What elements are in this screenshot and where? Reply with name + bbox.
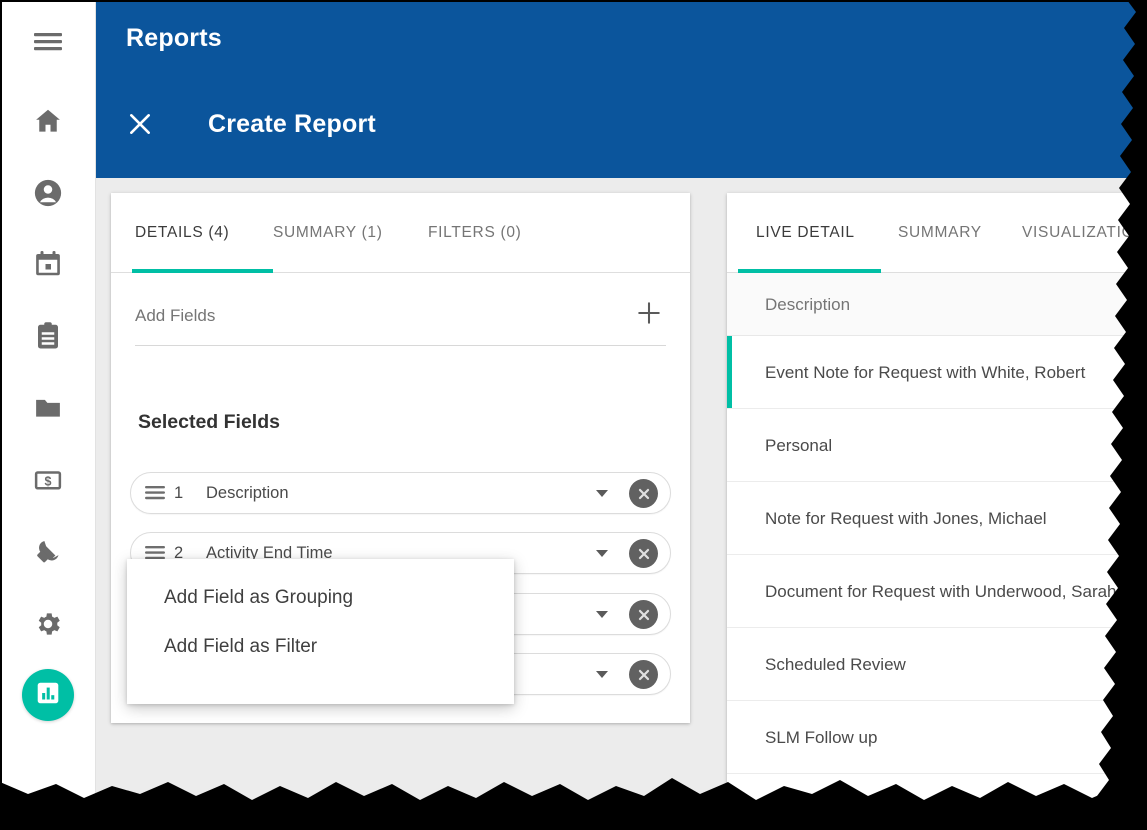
tab-visualizations-label: VISUALIZATIONS — [1022, 224, 1147, 241]
selected-fields-heading: Selected Fields — [138, 411, 280, 433]
cell-description: SLM Follow up — [765, 728, 878, 747]
tab-details-label: DETAILS (4) — [135, 224, 230, 241]
sidebar-item-clipboard[interactable] — [0, 308, 96, 364]
account-circle-icon — [33, 178, 63, 208]
table-row[interactable]: SLM Follow up — [727, 701, 1147, 774]
sidebar-item-billing[interactable]: $ — [0, 452, 96, 508]
add-fields-label: Add Fields — [135, 306, 216, 325]
hamburger-menu-icon — [33, 31, 63, 53]
field-order-number: 1 — [174, 484, 184, 502]
close-x-icon — [127, 111, 153, 142]
tab-preview-summary-label: SUMMARY — [898, 224, 982, 241]
plus-icon — [636, 300, 662, 331]
cell-description: Document for Request with Underwood, Sar… — [765, 582, 1117, 601]
builder-tab-strip: DETAILS (4) SUMMARY (1) FILTERS (0) — [111, 193, 690, 273]
money-icon: $ — [33, 465, 63, 495]
field-context-menu: Add Field as Grouping Add Field as Filte… — [127, 559, 514, 704]
active-tab-indicator — [132, 269, 273, 273]
tab-live-detail-label: LIVE DETAIL — [756, 224, 855, 241]
preview-tab-strip: LIVE DETAIL SUMMARY VISUALIZATIONS — [727, 193, 1147, 273]
chevron-down-icon[interactable] — [596, 671, 608, 678]
row-selected-indicator — [727, 336, 732, 408]
chevron-down-icon[interactable] — [596, 611, 608, 618]
preview-table-header: Description — [727, 273, 1147, 336]
sidebar-item-reports[interactable] — [22, 669, 74, 721]
drag-handle-icon[interactable] — [145, 485, 165, 503]
sidebar-item-home[interactable] — [0, 93, 96, 149]
sidebar-item-tools[interactable] — [0, 524, 96, 580]
menu-item-label: Add Field as Filter — [164, 636, 318, 657]
calendar-icon — [33, 249, 63, 279]
tab-summary[interactable]: SUMMARY (1) — [273, 193, 383, 273]
tab-visualizations[interactable]: VISUALIZATIONS — [1022, 193, 1147, 273]
cell-description: Note for Request with Jones, Michael — [765, 509, 1047, 528]
tab-filters-label: FILTERS (0) — [428, 224, 522, 241]
bar-chart-icon — [35, 680, 61, 711]
table-row[interactable]: Document for Request with Underwood, Sar… — [727, 555, 1147, 628]
column-header-description: Description — [765, 295, 851, 314]
menu-item-add-field-as-grouping[interactable]: Add Field as Grouping — [127, 573, 514, 622]
add-field-button[interactable] — [632, 298, 666, 332]
remove-field-button[interactable] — [629, 600, 658, 629]
table-row[interactable]: Personal — [727, 409, 1147, 482]
table-row[interactable]: Scheduled Review — [727, 628, 1147, 701]
sidebar-item-settings[interactable] — [0, 596, 96, 652]
app-header: Reports Create Report — [96, 0, 1147, 178]
add-fields-input-row[interactable]: Add Fields — [135, 298, 666, 346]
cell-description: Personal — [765, 436, 833, 455]
chevron-down-icon[interactable] — [596, 490, 608, 497]
tab-details[interactable]: DETAILS (4) — [135, 193, 229, 273]
cell-description: Scheduled Review — [765, 655, 906, 674]
gear-icon — [33, 609, 63, 639]
sidebar-rail: $ — [0, 0, 96, 830]
menu-item-label: Add Field as Grouping — [164, 587, 354, 608]
field-name-label: Description — [206, 484, 289, 502]
dialog-header: Create Report — [96, 96, 1147, 152]
menu-item-add-field-as-filter[interactable]: Add Field as Filter — [127, 622, 514, 671]
sidebar-item-menu[interactable] — [0, 14, 96, 70]
sidebar-item-account[interactable] — [0, 165, 96, 221]
tab-live-detail[interactable]: LIVE DETAIL — [756, 193, 855, 273]
cell-description: Event Note for Request with White, Rober… — [765, 363, 1086, 382]
dialog-title: Create Report — [208, 110, 376, 138]
remove-field-button[interactable] — [629, 660, 658, 689]
tab-summary-label: SUMMARY (1) — [273, 224, 383, 241]
table-row[interactable]: Note for Request with Jones, Michael — [727, 482, 1147, 555]
remove-field-button[interactable] — [629, 539, 658, 568]
app-window: $ Reports Create Report DETAILS (4) SUMM… — [0, 0, 1147, 830]
table-row[interactable]: Event Note for Request with White, Rober… — [727, 336, 1147, 409]
remove-field-button[interactable] — [629, 479, 658, 508]
sidebar-item-calendar[interactable] — [0, 236, 96, 292]
clipboard-icon — [33, 321, 63, 351]
folder-icon — [33, 393, 63, 423]
chevron-down-icon[interactable] — [596, 550, 608, 557]
tab-preview-summary[interactable]: SUMMARY — [898, 193, 982, 273]
sidebar-item-folder[interactable] — [0, 380, 96, 436]
page-title: Reports — [126, 24, 222, 52]
svg-text:$: $ — [45, 475, 52, 489]
wrench-icon — [33, 537, 63, 567]
report-preview-card: LIVE DETAIL SUMMARY VISUALIZATIONS Descr… — [727, 193, 1147, 813]
close-report-button[interactable] — [118, 104, 162, 148]
tab-filters[interactable]: FILTERS (0) — [428, 193, 522, 273]
selected-field-row-1[interactable]: 1 Description — [130, 472, 671, 514]
home-icon — [33, 106, 63, 136]
content-area: DETAILS (4) SUMMARY (1) FILTERS (0) Add … — [96, 178, 1147, 830]
